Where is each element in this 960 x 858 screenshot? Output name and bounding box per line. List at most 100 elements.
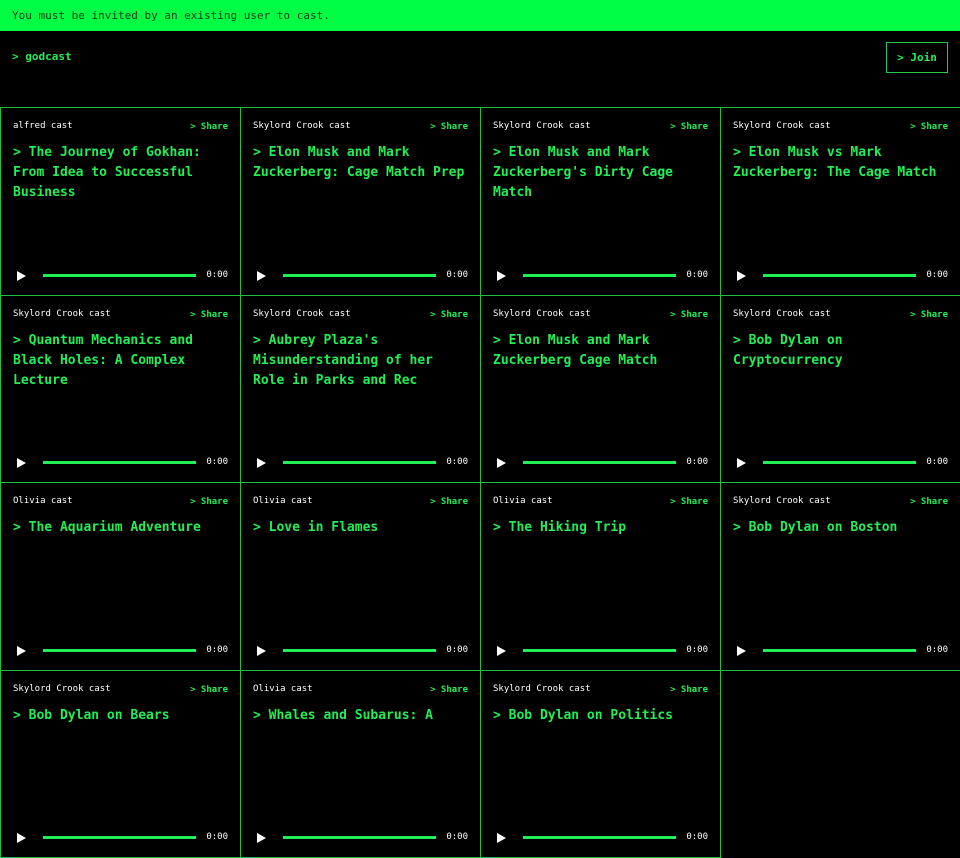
cast-title-link[interactable]: > Elon Musk vs Mark Zuckerberg: The Cage… <box>733 143 952 183</box>
share-button[interactable]: > Share <box>670 685 708 695</box>
play-icon[interactable] <box>737 646 746 656</box>
audio-player: 0:00 <box>17 456 228 470</box>
play-icon[interactable] <box>497 833 506 843</box>
join-button[interactable]: > Join <box>886 42 948 73</box>
play-icon[interactable] <box>17 646 26 656</box>
cast-card: Olivia cast > Share > The Hiking Trip 0:00 <box>480 482 721 671</box>
share-button[interactable]: > Share <box>430 685 468 695</box>
cast-grid: alfred cast> Share> The Journey of Gokha… <box>0 107 960 857</box>
audio-player: 0:00 <box>497 644 708 658</box>
audio-progress-bar[interactable] <box>523 274 676 277</box>
site-brand-link[interactable]: > godcast <box>12 50 72 63</box>
cast-card: Skylord Crook cast> Share> Quantum Mecha… <box>0 295 241 484</box>
play-icon[interactable] <box>257 833 266 843</box>
play-icon[interactable] <box>257 646 266 656</box>
play-icon[interactable] <box>737 458 746 468</box>
audio-time: 0:00 <box>686 645 708 655</box>
cast-card: alfred cast> Share> The Journey of Gokha… <box>0 107 241 296</box>
cast-title-link[interactable]: > Quantum Mechanics and Black Holes: A C… <box>13 331 232 391</box>
cast-card: Skylord Crook cast> Share> Bob Dylan on … <box>0 670 241 858</box>
audio-progress-bar[interactable] <box>523 649 676 652</box>
cast-author: Skylord Crook cast <box>493 121 591 131</box>
play-icon[interactable] <box>257 458 266 468</box>
cast-title-link[interactable]: > The Journey of Gokhan: From Idea to Su… <box>13 143 232 203</box>
audio-progress-bar[interactable] <box>523 836 676 839</box>
site-header: > godcast > Join <box>0 31 960 107</box>
share-button[interactable]: > Share <box>670 310 708 320</box>
cast-title-link[interactable]: > Elon Musk and Mark Zuckerberg: Cage Ma… <box>253 143 472 183</box>
audio-player: 0:00 <box>17 644 228 658</box>
cast-title-link[interactable]: > Bob Dylan on Bears <box>13 706 232 726</box>
audio-player: 0:00 <box>257 644 468 658</box>
audio-time: 0:00 <box>926 270 948 280</box>
play-icon[interactable] <box>17 458 26 468</box>
cast-author: Skylord Crook cast <box>733 309 831 319</box>
cast-card: Skylord Crook cast> Share> Elon Musk and… <box>480 295 721 484</box>
share-button[interactable]: > Share <box>190 310 228 320</box>
cast-title-link[interactable]: > The Hiking Trip <box>493 518 712 538</box>
cast-title-link[interactable]: > The Aquarium Adventure <box>13 518 232 538</box>
cast-title-link[interactable]: > Bob Dylan on Cryptocurrency <box>733 331 952 371</box>
play-icon[interactable] <box>497 458 506 468</box>
share-button[interactable]: > Share <box>910 122 948 132</box>
share-button[interactable]: > Share <box>670 497 708 507</box>
play-icon[interactable] <box>737 271 746 281</box>
cast-author: Olivia cast <box>253 496 313 506</box>
audio-progress-bar[interactable] <box>283 836 436 839</box>
audio-progress-bar[interactable] <box>43 649 196 652</box>
play-icon[interactable] <box>257 271 266 281</box>
audio-progress-bar[interactable] <box>763 461 916 464</box>
share-button[interactable]: > Share <box>910 310 948 320</box>
audio-time: 0:00 <box>446 832 468 842</box>
cast-card: Skylord Crook cast> Share> Elon Musk and… <box>240 107 481 296</box>
audio-progress-bar[interactable] <box>43 274 196 277</box>
audio-progress-bar[interactable] <box>43 836 196 839</box>
audio-progress-bar[interactable] <box>283 649 436 652</box>
cast-card: Skylord Crook cast > Share > Elon Musk vs … <box>720 107 960 296</box>
share-button[interactable]: > Share <box>430 310 468 320</box>
audio-time: 0:00 <box>686 270 708 280</box>
cast-card: Skylord Crook cast > Share > Bob Dylan on … <box>720 295 960 484</box>
play-icon[interactable] <box>17 271 26 281</box>
play-icon[interactable] <box>497 271 506 281</box>
audio-time: 0:00 <box>926 645 948 655</box>
share-button[interactable]: > Share <box>670 122 708 132</box>
share-button[interactable]: > Share <box>430 122 468 132</box>
share-button[interactable]: > Share <box>430 497 468 507</box>
audio-time: 0:00 <box>686 832 708 842</box>
cast-author: Skylord Crook cast <box>733 121 831 131</box>
cast-title-link[interactable]: > Aubrey Plaza's Misunderstanding of her… <box>253 331 472 391</box>
cast-title-link[interactable]: > Bob Dylan on Boston <box>733 518 952 538</box>
invite-notice-banner: You must be invited by an existing user … <box>0 0 960 31</box>
cast-card: Olivia cast > Share > Love in Flames 0:00 <box>240 482 481 671</box>
play-icon[interactable] <box>17 833 26 843</box>
cast-title-link[interactable]: > Elon Musk and Mark Zuckerberg Cage Mat… <box>493 331 712 371</box>
play-icon[interactable] <box>497 646 506 656</box>
audio-progress-bar[interactable] <box>283 461 436 464</box>
audio-progress-bar[interactable] <box>763 274 916 277</box>
cast-title-link[interactable]: > Love in Flames <box>253 518 472 538</box>
audio-player: 0:00 <box>497 456 708 470</box>
audio-time: 0:00 <box>206 270 228 280</box>
audio-progress-bar[interactable] <box>523 461 676 464</box>
audio-time: 0:00 <box>206 645 228 655</box>
cast-title-link[interactable]: > Whales and Subarus: A <box>253 706 472 726</box>
audio-progress-bar[interactable] <box>763 649 916 652</box>
audio-player: 0:00 <box>17 269 228 283</box>
audio-time: 0:00 <box>446 270 468 280</box>
cast-title-link[interactable]: > Elon Musk and Mark Zuckerberg's Dirty … <box>493 143 712 203</box>
cast-title-link[interactable]: > Bob Dylan on Politics <box>493 706 712 726</box>
share-button[interactable]: > Share <box>190 122 228 132</box>
cast-card: Olivia cast> Share> Whales and Subarus: … <box>240 670 481 858</box>
share-button[interactable]: > Share <box>190 685 228 695</box>
audio-player: 0:00 <box>497 831 708 845</box>
share-button[interactable]: > Share <box>190 497 228 507</box>
cast-author: Skylord Crook cast <box>733 496 831 506</box>
share-button[interactable]: > Share <box>910 497 948 507</box>
audio-progress-bar[interactable] <box>43 461 196 464</box>
cast-card: Skylord Crook cast > Share > Elon Musk and… <box>480 107 721 296</box>
audio-progress-bar[interactable] <box>283 274 436 277</box>
cast-author: Olivia cast <box>493 496 553 506</box>
cast-author: Olivia cast <box>13 496 73 506</box>
audio-player: 0:00 <box>737 456 948 470</box>
